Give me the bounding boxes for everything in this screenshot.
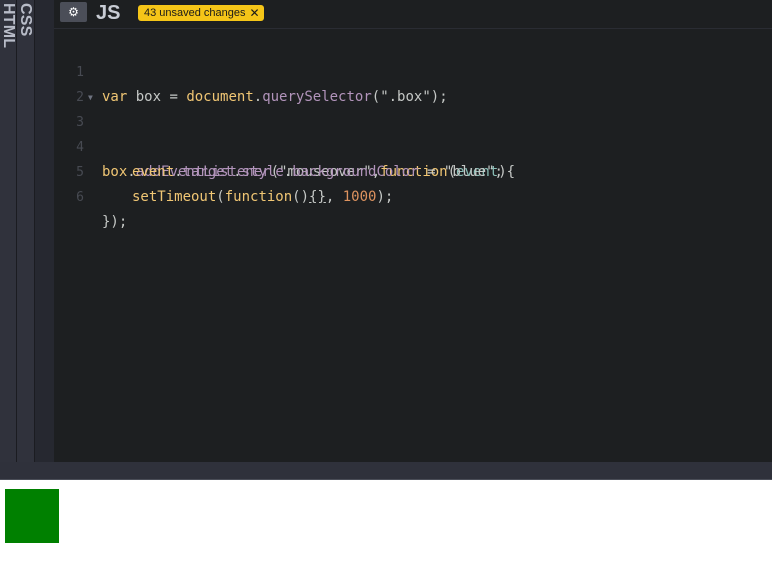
code-line: 1 var box = document.querySelector(".box… — [54, 35, 772, 105]
unsaved-changes-text: 43 unsaved changes — [144, 7, 246, 19]
tab-html[interactable]: HTML — [0, 0, 17, 462]
tab-css[interactable]: CSS — [17, 0, 35, 462]
panel-tabs: HTML CSS — [0, 0, 55, 462]
code-line: 5 setTimeout(function(){}, 1000); — [54, 135, 772, 205]
panel-title: JS — [96, 2, 121, 24]
line-number: 6 — [76, 190, 84, 205]
tab-html-label: HTML — [0, 3, 17, 49]
pane-resize-handle[interactable] — [0, 462, 772, 480]
gear-icon: ⚙ — [68, 5, 79, 19]
code-line: 3 ▼ box.addEventListener("mouseover",fun… — [54, 85, 772, 180]
settings-button[interactable]: ⚙ — [60, 2, 87, 22]
green-box[interactable] — [5, 489, 59, 543]
unsaved-changes-badge[interactable]: 43 unsaved changes ✕ — [138, 5, 264, 21]
code-line: 2 — [54, 60, 772, 105]
tab-js[interactable] — [35, 0, 55, 462]
code-line: 6 }); — [54, 160, 772, 230]
close-icon[interactable]: ✕ — [250, 7, 260, 19]
js-editor[interactable]: ⚙ JS 43 unsaved changes ✕ 1 var box = do… — [54, 0, 772, 462]
tab-css-label: CSS — [17, 3, 34, 37]
code-playground: HTML CSS ⚙ JS 43 unsaved changes ✕ 1 var… — [0, 0, 772, 563]
fold-arrow-icon[interactable]: ▼ — [88, 85, 93, 110]
editor-header: ⚙ JS 43 unsaved changes ✕ — [54, 0, 772, 29]
result-pane — [0, 480, 772, 563]
code-line: 4 event.target.style.backgroundColor = "… — [54, 110, 772, 180]
